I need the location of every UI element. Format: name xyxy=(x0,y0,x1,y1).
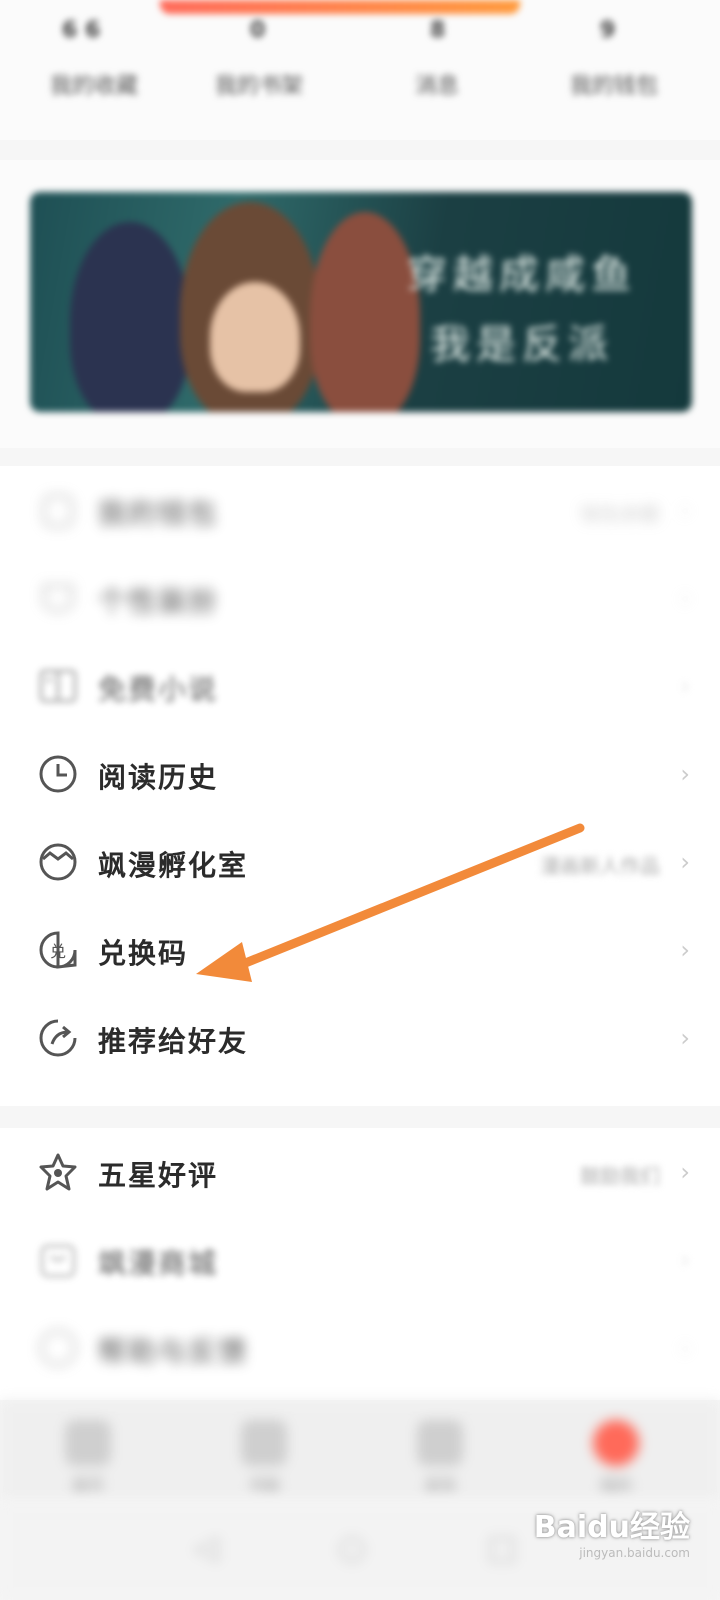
menu-item-label: 五星好评 xyxy=(98,1159,219,1192)
chevron-right-icon: › xyxy=(680,848,690,876)
star-icon xyxy=(39,1153,77,1191)
chevron-right-icon: › xyxy=(680,1246,690,1274)
shortcut-wallet[interactable]: 我的钱包 xyxy=(570,68,658,100)
comic-banner[interactable]: 穿越成咸鱼 我是反派 xyxy=(30,192,692,412)
help-icon xyxy=(39,1329,77,1367)
bottom-nav: 首页 书架 发现 我的 xyxy=(0,1400,720,1500)
count-4: 9 xyxy=(600,18,616,43)
home-circle-icon[interactable]: ○ xyxy=(332,1528,372,1568)
watermark-url: jingyan.baidu.com xyxy=(579,1546,690,1560)
tab-label: 发现 xyxy=(423,1476,456,1495)
menu-item-free-novels[interactable]: 免费小说 › xyxy=(0,642,720,730)
menu-item-label: 我的钱包 xyxy=(98,497,219,530)
profile-header: 6 6 0 8 9 我的收藏 我的书架 消息 我的钱包 xyxy=(0,0,720,140)
discover-icon xyxy=(417,1420,463,1466)
menu-item-hint: 漫画新人作品 xyxy=(540,854,660,878)
profile-counts: 6 6 0 8 9 xyxy=(0,18,720,58)
redeem-code-icon: 兑 xyxy=(39,931,77,969)
tab-label: 首页 xyxy=(71,1476,104,1495)
count-2: 0 xyxy=(250,18,266,43)
menu-item-label: 个性装扮 xyxy=(98,585,219,618)
bookshelf-icon xyxy=(241,1420,287,1466)
tab-label: 书架 xyxy=(247,1476,280,1495)
menu-item-reading-history[interactable]: 阅读历史 › xyxy=(0,730,720,818)
tab-bookshelf[interactable]: 书架 xyxy=(224,1420,304,1500)
menu-item-rate[interactable]: 五星好评 鼓励我们 › xyxy=(0,1128,720,1216)
chevron-right-icon: › xyxy=(680,584,690,612)
menu-item-hint: 钱包余额 xyxy=(580,502,660,526)
menu-item-redeem-code[interactable]: 兑 兑换码 › xyxy=(0,906,720,994)
home-icon xyxy=(65,1420,111,1466)
shortcut-messages[interactable]: 消息 xyxy=(415,68,459,100)
menu-item-label: 免费小说 xyxy=(98,673,219,706)
back-icon[interactable]: ◁ xyxy=(186,1528,226,1568)
chevron-right-icon: › xyxy=(680,1024,690,1052)
banner-title: 穿越成咸鱼 我是反派 xyxy=(382,240,662,380)
share-icon xyxy=(39,1019,77,1057)
chevron-right-icon: › xyxy=(680,1334,690,1362)
profile-icon xyxy=(593,1420,639,1466)
banner-card: 穿越成咸鱼 我是反派 xyxy=(0,160,720,448)
menu-item-label: 飒漫商城 xyxy=(98,1247,219,1280)
wallet-icon xyxy=(42,494,74,528)
character-2-face xyxy=(210,282,300,392)
menu-item-label: 推荐给好友 xyxy=(98,1025,249,1058)
book-icon xyxy=(39,669,77,703)
menu-item-label: 飒漫孵化室 xyxy=(98,849,249,882)
watermark: Baidu经验 jingyan.baidu.com xyxy=(534,1502,690,1560)
menu-item-hint: 鼓励我们 xyxy=(580,1164,660,1188)
recents-icon[interactable]: □ xyxy=(482,1528,522,1568)
banner-title-line-1: 穿越成咸鱼 xyxy=(407,252,637,298)
chevron-right-icon: › xyxy=(680,496,690,524)
count-3: 8 xyxy=(430,18,446,43)
chevron-right-icon: › xyxy=(680,672,690,700)
shortcut-bookshelf[interactable]: 我的书架 xyxy=(215,68,303,100)
egg-icon xyxy=(39,843,77,881)
shop-icon xyxy=(40,1244,76,1278)
character-1-image xyxy=(70,222,190,412)
menu-item-shop[interactable]: 飒漫商城 › xyxy=(0,1216,720,1304)
menu-item-help[interactable]: 帮助与反馈 › xyxy=(0,1304,720,1392)
banner-title-line-2: 我是反派 xyxy=(430,322,614,368)
menu-item-label: 阅读历史 xyxy=(98,761,219,794)
menu-item-label: 兑换码 xyxy=(98,937,189,970)
menu-list: 我的钱包 钱包余额 › 个性装扮 › 免费小说 › 阅读历史 › 飒漫孵化室 漫… xyxy=(0,466,720,1106)
tab-home[interactable]: 首页 xyxy=(48,1420,128,1500)
tab-mine[interactable]: 我的 xyxy=(576,1420,656,1500)
chevron-right-icon: › xyxy=(680,936,690,964)
menu-item-wallet[interactable]: 我的钱包 钱包余额 › xyxy=(0,466,720,554)
promo-strip[interactable] xyxy=(160,0,520,14)
chevron-right-icon: › xyxy=(680,1158,690,1186)
menu-item-incubator[interactable]: 飒漫孵化室 漫画新人作品 › xyxy=(0,818,720,906)
chevron-right-icon: › xyxy=(680,760,690,788)
clock-icon xyxy=(39,755,77,793)
tab-label: 我的 xyxy=(599,1476,632,1495)
shortcut-favorites[interactable]: 我的收藏 xyxy=(50,68,138,100)
menu-item-label: 帮助与反馈 xyxy=(98,1335,249,1368)
profile-shortcuts: 我的收藏 我的书架 消息 我的钱包 xyxy=(0,68,720,104)
count-1: 6 6 xyxy=(62,18,101,43)
menu-list-secondary: 五星好评 鼓励我们 › 飒漫商城 › 帮助与反馈 › xyxy=(0,1128,720,1400)
svg-text:兑: 兑 xyxy=(50,942,66,961)
menu-item-dressup[interactable]: 个性装扮 › xyxy=(0,554,720,642)
menu-item-share[interactable]: 推荐给好友 › xyxy=(0,994,720,1082)
tab-discover[interactable]: 发现 xyxy=(400,1420,480,1500)
dressup-icon xyxy=(42,584,74,613)
watermark-brand: Baidu经验 xyxy=(533,1510,690,1545)
